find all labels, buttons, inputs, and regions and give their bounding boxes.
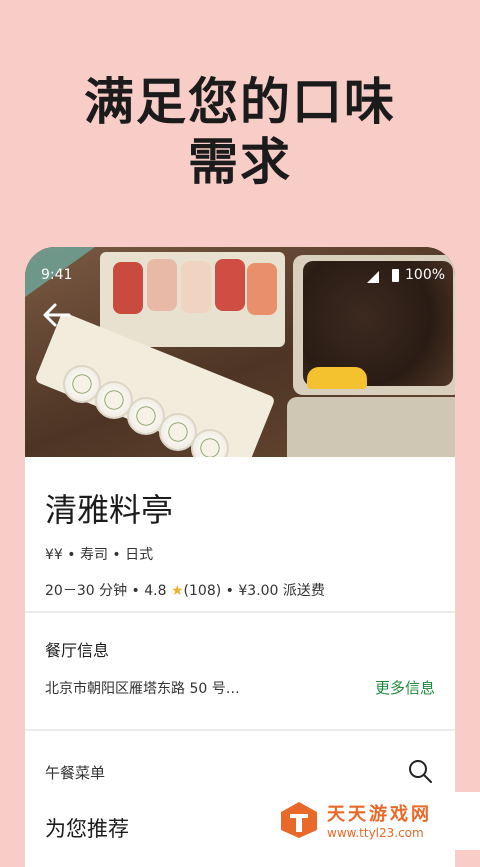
review-count: (108) <box>183 583 222 599</box>
delivery-time: 20－30 分钟 <box>45 583 128 599</box>
back-button[interactable] <box>39 299 75 331</box>
back-arrow-icon <box>43 303 71 327</box>
rating-value: 4.8 <box>144 583 167 599</box>
signal-icon <box>367 271 379 283</box>
battery-level: 100% <box>405 267 446 283</box>
restaurant-categories: ¥¥ • 寿司 • 日式 <box>45 547 154 563</box>
site-watermark: 天天游戏网 www.ttyl23.com <box>265 792 480 850</box>
recommend-title: 为您推荐 <box>45 817 129 841</box>
phone-screen: 9:41 100% 清雅料亭 ¥¥ • 寿司 • 日式 20－30 分钟 • 4… <box>25 247 455 867</box>
menu-selector[interactable]: 午餐菜单 <box>45 762 105 783</box>
promo-headline-line2: 需求 <box>188 133 292 191</box>
restaurant-meta: 20－30 分钟 • 4.8 ★(108) • ¥3.00 派送费 <box>45 580 325 600</box>
restaurant-name: 清雅料亭 <box>45 491 174 529</box>
more-info-link[interactable]: 更多信息 <box>375 677 435 698</box>
restaurant-hero-image: 9:41 100% <box>25 247 455 457</box>
status-bar: 9:41 100% <box>25 247 455 297</box>
promo-headline: 满足您的口味 需求 <box>0 72 480 192</box>
promo-headline-line1: 满足您的口味 <box>84 73 396 131</box>
search-icon <box>409 760 432 783</box>
watermark-name: 天天游戏网 <box>327 804 432 825</box>
watermark-logo-icon <box>281 802 317 838</box>
status-time: 9:41 <box>41 267 73 283</box>
divider <box>25 611 455 613</box>
info-section-title: 餐厅信息 <box>45 641 110 660</box>
delivery-fee: ¥3.00 派送费 <box>238 583 325 599</box>
restaurant-address: 北京市朝阳区雁塔东路 50 号… <box>45 681 240 697</box>
meta-separator: • <box>131 583 140 599</box>
divider <box>25 729 455 731</box>
battery-icon <box>392 269 399 282</box>
star-icon: ★ <box>170 583 184 599</box>
watermark-url: www.ttyl23.com <box>327 826 424 840</box>
search-button[interactable] <box>407 758 433 784</box>
meta-separator: • <box>225 583 234 599</box>
